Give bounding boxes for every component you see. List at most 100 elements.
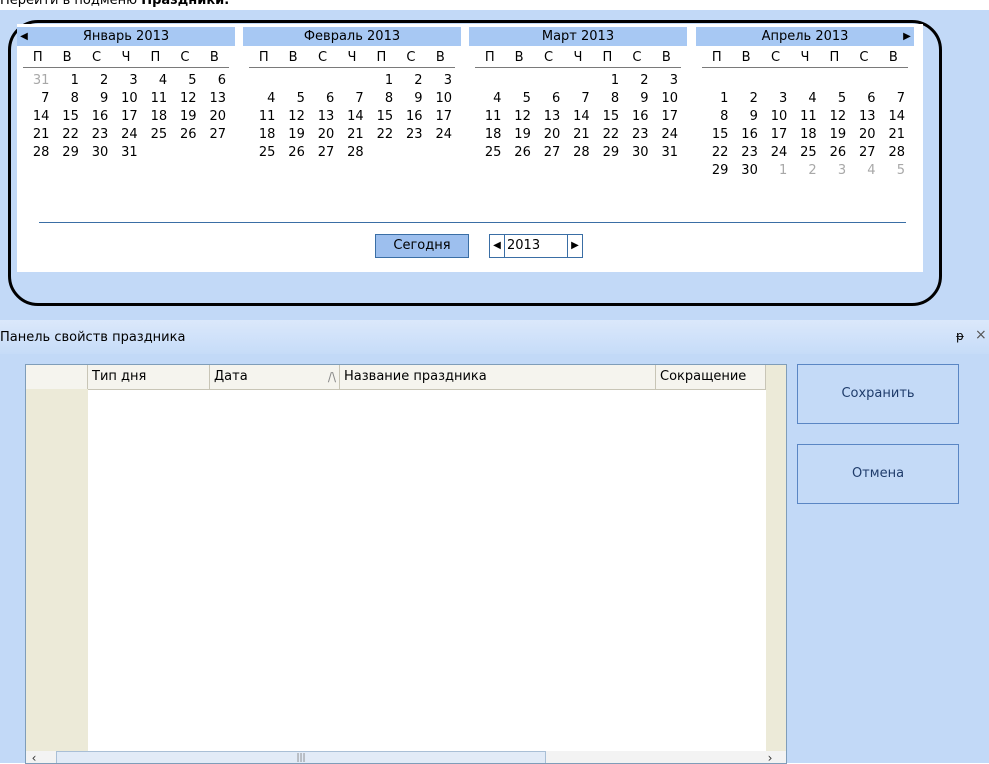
day-cell[interactable]: 2 — [82, 72, 111, 90]
column-header-day-type[interactable]: Тип дня — [88, 365, 210, 389]
day-cell-other-month[interactable]: 4 — [849, 162, 878, 180]
day-cell[interactable]: 22 — [593, 126, 622, 144]
day-cell[interactable]: 29 — [52, 144, 81, 162]
day-cell[interactable]: 5 — [170, 72, 199, 90]
day-cell[interactable]: 19 — [170, 108, 199, 126]
day-cell[interactable]: 21 — [879, 126, 908, 144]
today-button[interactable]: Сегодня — [375, 234, 469, 258]
day-cell[interactable]: 2 — [731, 90, 760, 108]
day-cell[interactable]: 29 — [702, 162, 731, 180]
day-cell[interactable]: 14 — [337, 108, 366, 126]
day-cell[interactable]: 26 — [170, 126, 199, 144]
cancel-button[interactable]: Отмена — [797, 444, 959, 504]
column-header-date[interactable]: Дата /\ — [210, 365, 340, 389]
day-cell[interactable]: 15 — [52, 108, 81, 126]
day-cell[interactable]: 6 — [849, 90, 878, 108]
day-cell-other-month[interactable]: 31 — [23, 72, 52, 90]
day-cell[interactable]: 5 — [278, 90, 307, 108]
day-cell[interactable]: 27 — [849, 144, 878, 162]
day-cell[interactable]: 14 — [563, 108, 592, 126]
scroll-right-arrow-icon[interactable]: › — [762, 751, 778, 763]
pin-icon[interactable]: ᵽ — [956, 329, 964, 343]
day-cell-other-month[interactable]: 2 — [790, 162, 819, 180]
day-cell[interactable]: 21 — [563, 126, 592, 144]
day-cell[interactable]: 28 — [337, 144, 366, 162]
day-cell[interactable]: 25 — [141, 126, 170, 144]
day-cell[interactable]: 7 — [879, 90, 908, 108]
day-cell[interactable]: 25 — [249, 144, 278, 162]
day-cell[interactable]: 15 — [702, 126, 731, 144]
day-cell[interactable]: 8 — [52, 90, 81, 108]
day-cell[interactable]: 7 — [337, 90, 366, 108]
day-cell[interactable]: 19 — [504, 126, 533, 144]
day-cell[interactable]: 28 — [879, 144, 908, 162]
column-header-abbreviation[interactable]: Сокращение — [656, 365, 766, 389]
day-cell[interactable]: 12 — [278, 108, 307, 126]
day-cell[interactable]: 22 — [702, 144, 731, 162]
day-cell-other-month[interactable]: 1 — [761, 162, 790, 180]
day-cell[interactable]: 4 — [249, 90, 278, 108]
day-cell[interactable]: 8 — [702, 108, 731, 126]
day-cell[interactable]: 30 — [82, 144, 111, 162]
day-cell[interactable]: 26 — [278, 144, 307, 162]
day-cell[interactable]: 8 — [367, 90, 396, 108]
day-cell[interactable]: 1 — [702, 90, 731, 108]
day-cell[interactable]: 16 — [396, 108, 425, 126]
day-cell[interactable]: 23 — [82, 126, 111, 144]
day-cell[interactable]: 11 — [249, 108, 278, 126]
day-cell[interactable]: 31 — [111, 144, 140, 162]
prev-month-arrow-icon[interactable]: ◀ — [17, 27, 31, 46]
holidays-table[interactable]: Тип дня Дата /\ Название праздника Сокра… — [25, 364, 787, 764]
day-cell[interactable]: 20 — [200, 108, 229, 126]
day-cell[interactable]: 23 — [396, 126, 425, 144]
day-cell[interactable]: 10 — [111, 90, 140, 108]
day-cell[interactable]: 13 — [534, 108, 563, 126]
day-cell[interactable]: 1 — [52, 72, 81, 90]
day-cell[interactable]: 11 — [475, 108, 504, 126]
day-cell[interactable]: 24 — [761, 144, 790, 162]
day-cell[interactable]: 28 — [563, 144, 592, 162]
day-cell[interactable]: 25 — [790, 144, 819, 162]
day-cell[interactable]: 16 — [82, 108, 111, 126]
day-cell[interactable]: 17 — [761, 126, 790, 144]
day-cell[interactable]: 26 — [504, 144, 533, 162]
day-cell[interactable]: 6 — [200, 72, 229, 90]
day-cell[interactable]: 26 — [820, 144, 849, 162]
day-cell[interactable]: 5 — [820, 90, 849, 108]
day-cell-other-month[interactable]: 3 — [820, 162, 849, 180]
day-cell[interactable]: 14 — [23, 108, 52, 126]
day-cell[interactable]: 18 — [249, 126, 278, 144]
day-cell[interactable]: 4 — [790, 90, 819, 108]
day-cell[interactable]: 22 — [367, 126, 396, 144]
day-cell[interactable]: 27 — [200, 126, 229, 144]
year-next-arrow-icon[interactable]: ▶ — [567, 234, 583, 258]
day-cell[interactable]: 28 — [23, 144, 52, 162]
day-cell[interactable]: 14 — [879, 108, 908, 126]
day-cell[interactable]: 1 — [593, 72, 622, 90]
day-cell[interactable]: 29 — [593, 144, 622, 162]
day-cell[interactable]: 24 — [111, 126, 140, 144]
day-cell[interactable]: 20 — [849, 126, 878, 144]
day-cell[interactable]: 17 — [426, 108, 455, 126]
day-cell[interactable]: 6 — [534, 90, 563, 108]
year-prev-arrow-icon[interactable]: ◀ — [489, 234, 505, 258]
scroll-left-arrow-icon[interactable]: ‹ — [26, 751, 42, 763]
day-cell[interactable]: 18 — [141, 108, 170, 126]
day-cell[interactable]: 10 — [652, 90, 681, 108]
day-cell[interactable]: 12 — [504, 108, 533, 126]
day-cell[interactable]: 20 — [308, 126, 337, 144]
day-cell[interactable]: 18 — [475, 126, 504, 144]
day-cell[interactable]: 31 — [652, 144, 681, 162]
day-cell[interactable]: 17 — [111, 108, 140, 126]
horizontal-scrollbar[interactable]: ‹ ||| › — [26, 751, 786, 763]
day-cell[interactable]: 27 — [308, 144, 337, 162]
day-cell[interactable]: 13 — [308, 108, 337, 126]
day-cell[interactable]: 1 — [367, 72, 396, 90]
day-cell[interactable]: 21 — [23, 126, 52, 144]
day-cell[interactable]: 3 — [761, 90, 790, 108]
day-cell[interactable]: 11 — [141, 90, 170, 108]
column-header-holiday-name[interactable]: Название праздника — [340, 365, 656, 389]
day-cell-other-month[interactable]: 5 — [879, 162, 908, 180]
day-cell[interactable]: 19 — [820, 126, 849, 144]
day-cell[interactable]: 7 — [563, 90, 592, 108]
